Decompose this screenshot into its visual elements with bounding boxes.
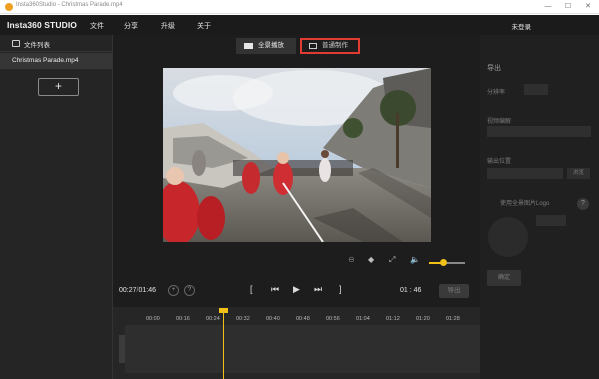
timeline-tick: 00:32 — [236, 316, 250, 322]
play-frame-icon — [309, 43, 317, 49]
main-editor: 全景播放 普通制作 ⊖ ◆ ⤢ 🔈 00:27/01:46 + ? [⏮ ▶ … — [113, 35, 480, 379]
timeline-tick: 00:48 — [296, 316, 310, 322]
output-path-field[interactable] — [487, 168, 563, 179]
export-button[interactable]: 导出 — [439, 284, 469, 298]
timeline-tick: 01:04 — [356, 316, 370, 322]
timeline-tick: 01:20 — [416, 316, 430, 322]
timeline-tick: 01:28 — [446, 316, 460, 322]
current-time: 00:27 — [119, 287, 137, 294]
volume-icon[interactable]: 🔈 — [410, 255, 420, 264]
help-icon[interactable]: ? — [184, 285, 195, 296]
gyro-icon[interactable]: ◆ — [368, 255, 374, 264]
reset-view-icon[interactable]: ⊖ — [348, 255, 355, 264]
mark-in-button[interactable]: [ — [250, 284, 253, 294]
add-clip-icon[interactable]: + — [168, 285, 179, 296]
window-title: Insta360Studio - Christmas Parade.mp4 — [16, 2, 123, 8]
menu-about[interactable]: 关于 — [197, 21, 211, 31]
total-duration: 01:46 — [138, 287, 157, 294]
menu-bar: Insta360 STUDIO 文件 分享 升级 关于 未登录 — [0, 15, 599, 35]
fullscreen-play-button[interactable]: 全景播放 — [236, 38, 296, 54]
file-list-header: 文件列表 — [0, 35, 112, 52]
folder-icon — [12, 40, 20, 47]
logo-preview — [488, 217, 528, 257]
panorama-frame-image — [163, 68, 431, 242]
close-button[interactable]: ✕ — [578, 0, 598, 14]
browse-button[interactable]: 浏览 — [567, 168, 590, 179]
timeline-tick: 01:12 — [386, 316, 400, 322]
video-preview[interactable] — [163, 68, 431, 242]
screen-icon — [244, 43, 253, 49]
timeline-tick: 00:56 — [326, 316, 340, 322]
menu-file[interactable]: 文件 — [90, 21, 104, 31]
help-icon[interactable]: ? — [577, 198, 589, 210]
volume-slider-knob[interactable] — [440, 259, 448, 266]
track-handle[interactable] — [119, 335, 125, 363]
fullscreen-play-label: 全景播放 — [258, 42, 284, 49]
maximize-button[interactable]: ☐ — [558, 0, 578, 14]
next-frame-button[interactable]: ⏭ — [314, 284, 322, 295]
login-status[interactable]: 未登录 — [512, 21, 532, 31]
play-button[interactable]: ▶ — [293, 284, 300, 295]
timeline-tick: 00:16 — [176, 316, 190, 322]
output-location-label: 输出位置 — [487, 159, 512, 165]
export-panel-title: 导出 — [487, 65, 501, 72]
playhead[interactable] — [223, 311, 224, 379]
app-icon — [5, 3, 13, 11]
timeline-tick: 00:24 — [206, 316, 220, 322]
menu-upgrade[interactable]: 升级 — [161, 21, 175, 31]
video-track[interactable] — [125, 325, 480, 373]
menu-share[interactable]: 分享 — [124, 21, 138, 31]
end-time: 01 : 46 — [400, 287, 422, 294]
confirm-button[interactable]: 确定 — [487, 270, 521, 286]
minimize-button[interactable]: — — [538, 0, 558, 14]
logo-select-button[interactable] — [536, 215, 566, 226]
resolution-label: 分辨率 — [487, 90, 506, 96]
expand-icon[interactable]: ⤢ — [389, 255, 395, 265]
normal-edit-button[interactable]: 普通制作 — [300, 38, 360, 54]
file-sidebar: 文件列表 Christmas Parade.mp4 + — [0, 35, 113, 379]
timeline-tick: 00:40 — [266, 316, 280, 322]
previous-frame-button[interactable]: ⏮ — [271, 284, 279, 295]
app-logo: Insta360 STUDIO — [7, 20, 77, 30]
export-settings-panel: 导出 分辨率 视频编解 输出位置 浏览 使用全景图片Logo ? 确定 — [480, 35, 599, 379]
video-codec-select[interactable] — [487, 126, 591, 137]
panorama-logo-label: 使用全景图片Logo — [500, 201, 550, 207]
timeline-tick: 00:00 — [146, 316, 160, 322]
video-codec-label: 视频编解 — [487, 119, 512, 125]
window-title-bar: Insta360Studio - Christmas Parade.mp4 — … — [0, 0, 599, 14]
add-file-button[interactable]: + — [38, 78, 79, 96]
file-list-item[interactable]: Christmas Parade.mp4 — [0, 53, 112, 69]
file-list-title: 文件列表 — [24, 42, 50, 49]
normal-edit-label: 普通制作 — [322, 42, 348, 49]
resolution-field[interactable] — [524, 84, 548, 95]
mark-out-button[interactable]: ] — [339, 284, 342, 294]
file-name: Christmas Parade.mp4 — [12, 57, 79, 64]
time-display: 00:27/01:46 — [119, 287, 156, 294]
